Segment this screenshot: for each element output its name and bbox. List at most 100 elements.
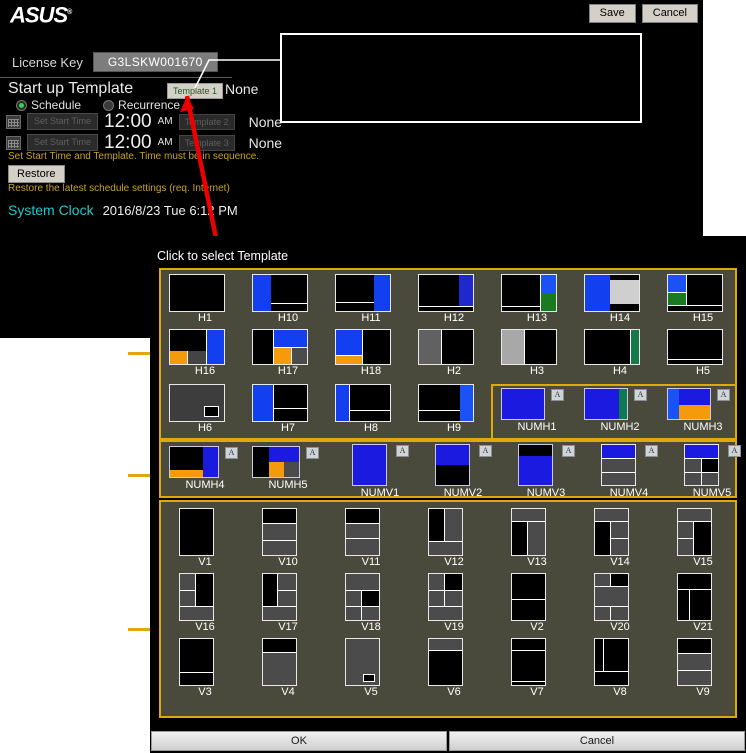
template-cell-v6[interactable]: V6 [418,638,490,698]
thumb-numv5 [684,444,719,486]
template-cell-numv1[interactable]: A NUMV1 [344,444,416,499]
thumb-h12 [418,274,474,312]
template-label: V15 [693,556,713,568]
template-cell-h10[interactable]: H10 [252,274,324,324]
template-cell-numv3[interactable]: A NUMV3 [510,444,582,499]
template-cell-numv2[interactable]: A NUMV2 [427,444,499,499]
template-cell-numv5[interactable]: A NUMV5 [676,444,746,499]
template-cell-h16[interactable]: H16 [169,329,241,377]
thumb-v14 [594,508,629,556]
auto-badge-icon: A [645,445,658,457]
template-cell-h6[interactable]: H6 [169,384,241,434]
template-label: V4 [281,686,295,698]
thumb-h13 [501,274,557,312]
template-cell-v2[interactable]: V2 [501,573,573,633]
template-cell-h13[interactable]: H13 [501,274,573,324]
template-cell-h14[interactable]: H14 [584,274,656,324]
template-cell-v16[interactable]: V16 [169,573,241,633]
template-cell-v18[interactable]: V18 [335,573,407,633]
thumb-numv2 [435,444,470,486]
template-cell-v11[interactable]: V11 [335,508,407,568]
template-cell-numh1[interactable]: A NUMH1 [501,388,573,433]
thumb-h2 [418,329,474,365]
template-cell-numv4[interactable]: A NUMV4 [593,444,665,499]
template-cell-v3[interactable]: V3 [169,638,241,698]
template-cell-h7[interactable]: H7 [252,384,324,434]
template-label: H18 [360,365,382,377]
template-cell-h17[interactable]: H17 [252,329,324,377]
template-label: V21 [693,621,713,633]
thumb-h14 [584,274,640,312]
set-start-time-button-1[interactable]: Set Start Time [27,113,99,130]
thumb-h1 [169,274,225,312]
template-label: H5 [695,365,711,377]
thumb-h4 [584,329,640,365]
template-cell-h18[interactable]: H18 [335,329,407,377]
thumb-h6 [169,384,225,422]
template-cell-h5[interactable]: H5 [667,329,739,377]
calendar-icon[interactable] [6,114,21,129]
template-cell-numh4[interactable]: A NUMH4 [169,446,241,491]
template-cell-v10[interactable]: V10 [252,508,324,568]
template-cell-h12[interactable]: H12 [418,274,490,324]
template-cell-v15[interactable]: V15 [667,508,739,568]
template-cell-v13[interactable]: V13 [501,508,573,568]
template-label: V9 [696,686,710,698]
template-cell-numh3[interactable]: A NUMH3 [667,388,739,433]
calendar-icon[interactable] [6,135,21,150]
restore-button[interactable]: Restore [8,165,65,183]
template-label: V17 [278,621,298,633]
template-cell-v7[interactable]: V7 [501,638,573,698]
template-cell-h3[interactable]: H3 [501,329,573,377]
template-value-3: None [248,134,283,151]
template-label: V16 [195,621,215,633]
set-start-time-button-2[interactable]: Set Start Time [27,134,99,151]
cancel-button[interactable]: Cancel [449,731,745,751]
template-label: H12 [443,312,465,324]
template-cell-h8[interactable]: H8 [335,384,407,434]
template-cell-v5[interactable]: V5 [335,638,407,698]
template-label: V7 [530,686,544,698]
template-label: V10 [278,556,298,568]
cancel-button[interactable]: Cancel [641,4,698,23]
template-cell-h4[interactable]: H4 [584,329,656,377]
template-cell-v19[interactable]: V19 [418,573,490,633]
template-cell-h2[interactable]: H2 [418,329,490,377]
template-cell-v14[interactable]: V14 [584,508,656,568]
auto-badge-icon: A [728,445,741,457]
template-cell-v17[interactable]: V17 [252,573,324,633]
thumb-h18 [335,329,391,365]
radio-schedule[interactable]: Schedule [16,98,81,112]
template-cell-h1[interactable]: H1 [169,274,241,324]
thumb-v3 [179,638,214,686]
thumb-v21 [677,573,712,621]
template-label: V14 [610,556,630,568]
license-key-label: License Key [12,54,83,70]
template-cell-h9[interactable]: H9 [418,384,490,434]
template-cell-v20[interactable]: V20 [584,573,656,633]
template-label: NUMH4 [185,479,225,491]
template-cell-v12[interactable]: V12 [418,508,490,568]
template-cell-v8[interactable]: V8 [584,638,656,698]
template-label: NUMV3 [526,487,566,499]
template-label: H7 [280,422,296,434]
template-cell-numh5[interactable]: A NUMH5 [252,446,324,491]
thumb-v7 [511,638,546,686]
thumb-v4 [262,638,297,686]
template-cell-v4[interactable]: V4 [252,638,324,698]
auto-badge-icon: A [479,445,492,457]
template-cell-h11[interactable]: H11 [335,274,407,324]
save-button[interactable]: Save [588,4,636,23]
template-cell-v21[interactable]: V21 [667,573,739,633]
template-cell-h15[interactable]: H15 [667,274,739,324]
thumb-h11 [335,274,391,312]
template-cell-numh2[interactable]: A NUMH2 [584,388,656,433]
template-cell-v1[interactable]: V1 [169,508,241,568]
ok-button[interactable]: OK [151,731,447,751]
auto-badge-icon: A [396,445,409,457]
template-cell-v9[interactable]: V9 [667,638,739,698]
template-label: H16 [194,365,216,377]
auto-badge-icon: A [634,389,647,401]
thumb-numv3 [518,444,553,486]
template-label: NUMH5 [268,479,308,491]
